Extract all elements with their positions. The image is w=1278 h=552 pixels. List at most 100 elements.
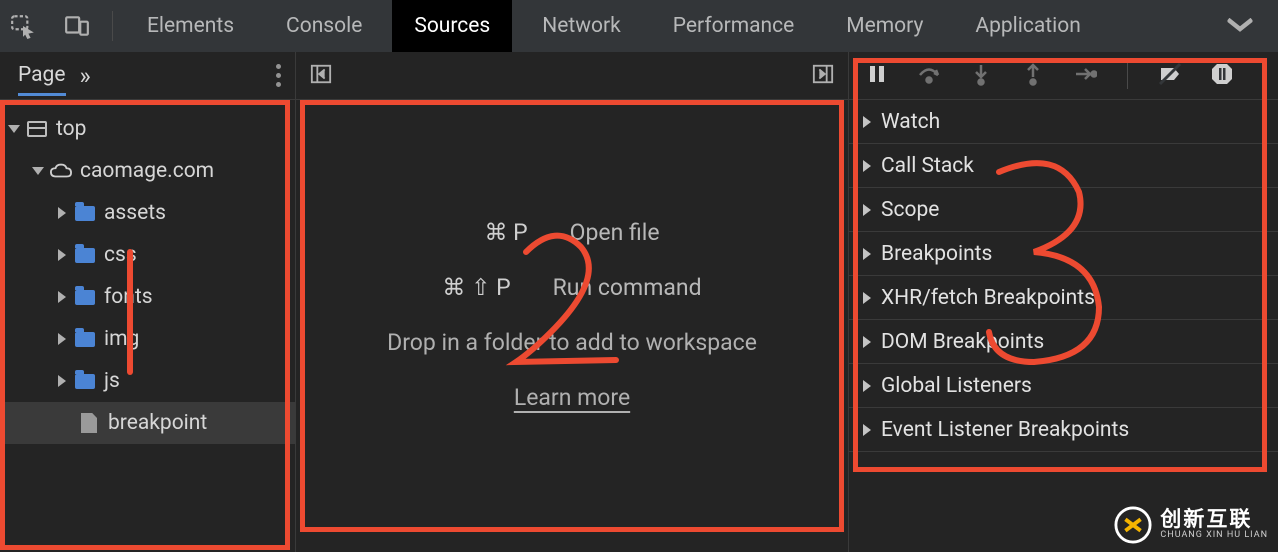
tree-label: assets: [104, 201, 166, 225]
section-call-stack[interactable]: Call Stack: [849, 144, 1278, 188]
chevron-right-icon: [58, 333, 66, 345]
devtools-tabbar: Elements Console Sources Network Perform…: [0, 0, 1278, 52]
pause-icon[interactable]: [865, 62, 889, 90]
folder-icon: [75, 248, 95, 263]
file-tree: top caomage.com assets css fonts: [0, 100, 295, 444]
chevron-right-icon: [863, 424, 871, 436]
shortcut-keys: ⌘ ⇧ P: [442, 274, 510, 301]
learn-more-link[interactable]: Learn more: [514, 384, 630, 411]
section-label: Breakpoints: [881, 242, 992, 266]
debugger-pane: Watch Call Stack Scope Breakpoints XHR/f…: [849, 52, 1278, 552]
watermark: 创新互联 CHUANG XIN HU LIAN: [1114, 506, 1268, 544]
tab-network[interactable]: Network: [520, 0, 643, 52]
step-icon[interactable]: [1073, 62, 1097, 90]
section-label: XHR/fetch Breakpoints: [881, 286, 1095, 310]
tree-label: css: [104, 243, 137, 267]
chevron-right-icon: [863, 160, 871, 172]
editor-placeholder: ⌘ P Open file ⌘ ⇧ P Run command Drop in …: [296, 100, 848, 530]
watermark-logo-icon: [1114, 506, 1152, 544]
section-event-listener-breakpoints[interactable]: Event Listener Breakpoints: [849, 408, 1278, 452]
tree-site[interactable]: caomage.com: [0, 150, 295, 192]
device-toggle-icon[interactable]: [54, 0, 100, 52]
collapse-right-icon[interactable]: [812, 63, 834, 89]
drop-hint: Drop in a folder to add to workspace: [387, 329, 757, 356]
tree-top[interactable]: top: [0, 108, 295, 150]
tab-application[interactable]: Application: [953, 0, 1102, 52]
tree-file[interactable]: breakpoint: [0, 402, 295, 444]
tab-performance[interactable]: Performance: [651, 0, 816, 52]
step-into-icon[interactable]: [969, 62, 993, 90]
section-dom-breakpoints[interactable]: DOM Breakpoints: [849, 320, 1278, 364]
tree-label: img: [104, 327, 139, 351]
tab-memory[interactable]: Memory: [824, 0, 945, 52]
nav-overflow-icon[interactable]: »: [80, 62, 91, 90]
tree-label: top: [56, 117, 86, 141]
tree-folder[interactable]: js: [0, 360, 295, 402]
chevron-right-icon: [863, 248, 871, 260]
folder-icon: [75, 374, 95, 389]
section-watch[interactable]: Watch: [849, 100, 1278, 144]
section-scope[interactable]: Scope: [849, 188, 1278, 232]
step-out-icon[interactable]: [1021, 62, 1045, 90]
shortcut-keys: ⌘ P: [484, 219, 527, 246]
editor-pane: ⌘ P Open file ⌘ ⇧ P Run command Drop in …: [296, 52, 849, 552]
section-xhr-breakpoints[interactable]: XHR/fetch Breakpoints: [849, 276, 1278, 320]
nav-menu-icon[interactable]: [276, 64, 287, 87]
section-global-listeners[interactable]: Global Listeners: [849, 364, 1278, 408]
folder-icon: [75, 290, 95, 305]
chevron-right-icon: [863, 336, 871, 348]
sources-panes: Page » top caomage.com assets: [0, 52, 1278, 552]
tree-label: caomage.com: [80, 159, 214, 183]
section-label: Scope: [881, 198, 939, 222]
chevron-right-icon: [58, 249, 66, 261]
tree-label: breakpoint: [108, 411, 207, 435]
chevron-right-icon: [58, 207, 66, 219]
chevron-right-icon: [58, 291, 66, 303]
divider: [112, 11, 113, 41]
navigator-pane: Page » top caomage.com assets: [0, 52, 296, 552]
chevron-right-icon: [58, 375, 66, 387]
navigator-head: Page »: [0, 52, 295, 100]
section-label: Watch: [881, 110, 940, 134]
tree-folder[interactable]: img: [0, 318, 295, 360]
section-label: Event Listener Breakpoints: [881, 418, 1129, 442]
tree-folder[interactable]: assets: [0, 192, 295, 234]
section-breakpoints[interactable]: Breakpoints: [849, 232, 1278, 276]
file-icon: [81, 413, 97, 433]
chevron-right-icon: [863, 292, 871, 304]
section-label: DOM Breakpoints: [881, 330, 1044, 354]
step-over-icon[interactable]: [917, 62, 941, 90]
tabs-overflow-icon[interactable]: [1202, 14, 1278, 38]
watermark-text-cn: 创新互联: [1160, 510, 1268, 531]
divider: [1127, 63, 1128, 89]
chevron-right-icon: [863, 204, 871, 216]
tab-sources[interactable]: Sources: [392, 0, 512, 52]
debugger-sections: Watch Call Stack Scope Breakpoints XHR/f…: [849, 100, 1278, 452]
page-tab[interactable]: Page: [18, 63, 66, 96]
tab-elements[interactable]: Elements: [125, 0, 256, 52]
chevron-right-icon: [863, 380, 871, 392]
tree-folder[interactable]: fonts: [0, 276, 295, 318]
debugger-toolbar: [849, 52, 1278, 100]
tree-folder[interactable]: css: [0, 234, 295, 276]
deactivate-breakpoints-icon[interactable]: [1158, 62, 1182, 90]
folder-icon: [75, 332, 95, 347]
section-label: Call Stack: [881, 154, 974, 178]
shortcut-label: Run command: [553, 274, 702, 301]
tree-label: fonts: [104, 285, 153, 309]
tab-console[interactable]: Console: [264, 0, 384, 52]
watermark-text-en: CHUANG XIN HU LIAN: [1160, 531, 1268, 540]
folder-icon: [75, 206, 95, 221]
chevron-right-icon: [863, 116, 871, 128]
collapse-left-icon[interactable]: [310, 63, 332, 89]
chevron-down-icon: [32, 167, 44, 175]
frame-icon: [27, 121, 47, 137]
chevron-down-icon: [8, 125, 20, 133]
inspect-icon[interactable]: [0, 0, 46, 52]
editor-head: [296, 52, 848, 100]
section-label: Global Listeners: [881, 374, 1032, 398]
pause-on-exceptions-icon[interactable]: [1210, 62, 1234, 90]
tree-label: js: [104, 369, 120, 393]
cloud-icon: [50, 162, 72, 180]
shortcut-label: Open file: [570, 219, 660, 246]
